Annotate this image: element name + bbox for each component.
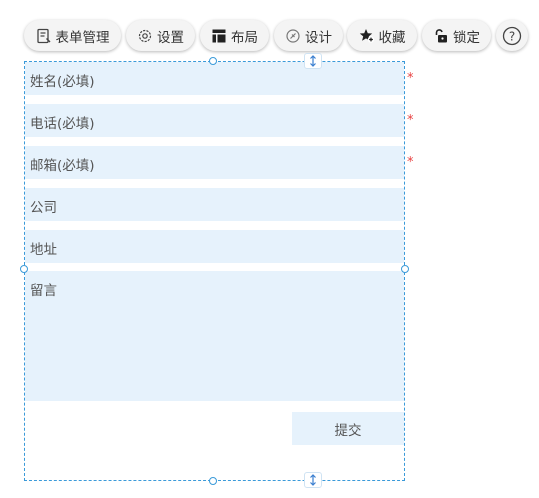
vertical-arrows-icon xyxy=(310,474,316,486)
vertical-arrows-icon xyxy=(310,55,316,67)
unlock-icon xyxy=(433,28,449,44)
star-plus-icon xyxy=(359,28,375,44)
design-label: 设计 xyxy=(305,29,332,46)
form-manage-button[interactable]: 表单管理 xyxy=(24,20,121,51)
help-glyph: ? xyxy=(509,29,515,43)
height-resize-bottom[interactable] xyxy=(304,472,322,488)
lock-button[interactable]: 锁定 xyxy=(422,20,491,51)
layout-button[interactable]: 布局 xyxy=(200,20,269,51)
gear-icon xyxy=(137,28,153,44)
settings-button[interactable]: 设置 xyxy=(126,20,195,51)
name-required-mark: * xyxy=(407,71,414,86)
email-required-mark: * xyxy=(407,155,414,170)
layout-label: 布局 xyxy=(231,29,258,46)
phone-required-mark: * xyxy=(407,113,414,128)
settings-label: 设置 xyxy=(157,29,184,46)
resize-handle-top[interactable] xyxy=(209,57,217,65)
resize-handle-left[interactable] xyxy=(20,265,28,273)
design-icon xyxy=(285,28,301,44)
form-manage-label: 表单管理 xyxy=(55,29,110,46)
design-button[interactable]: 设计 xyxy=(274,20,343,51)
layout-icon xyxy=(211,28,227,44)
help-icon: ? xyxy=(502,26,522,45)
height-resize-top[interactable] xyxy=(304,53,322,69)
resize-handle-bottom[interactable] xyxy=(209,477,217,485)
favorite-button[interactable]: 收藏 xyxy=(347,20,417,51)
help-button[interactable]: ? xyxy=(496,20,528,51)
resize-handle-right[interactable] xyxy=(401,265,409,273)
favorite-label: 收藏 xyxy=(378,29,406,46)
selection-frame xyxy=(24,61,405,481)
lock-label: 锁定 xyxy=(453,29,480,46)
form-list-icon xyxy=(36,28,52,44)
